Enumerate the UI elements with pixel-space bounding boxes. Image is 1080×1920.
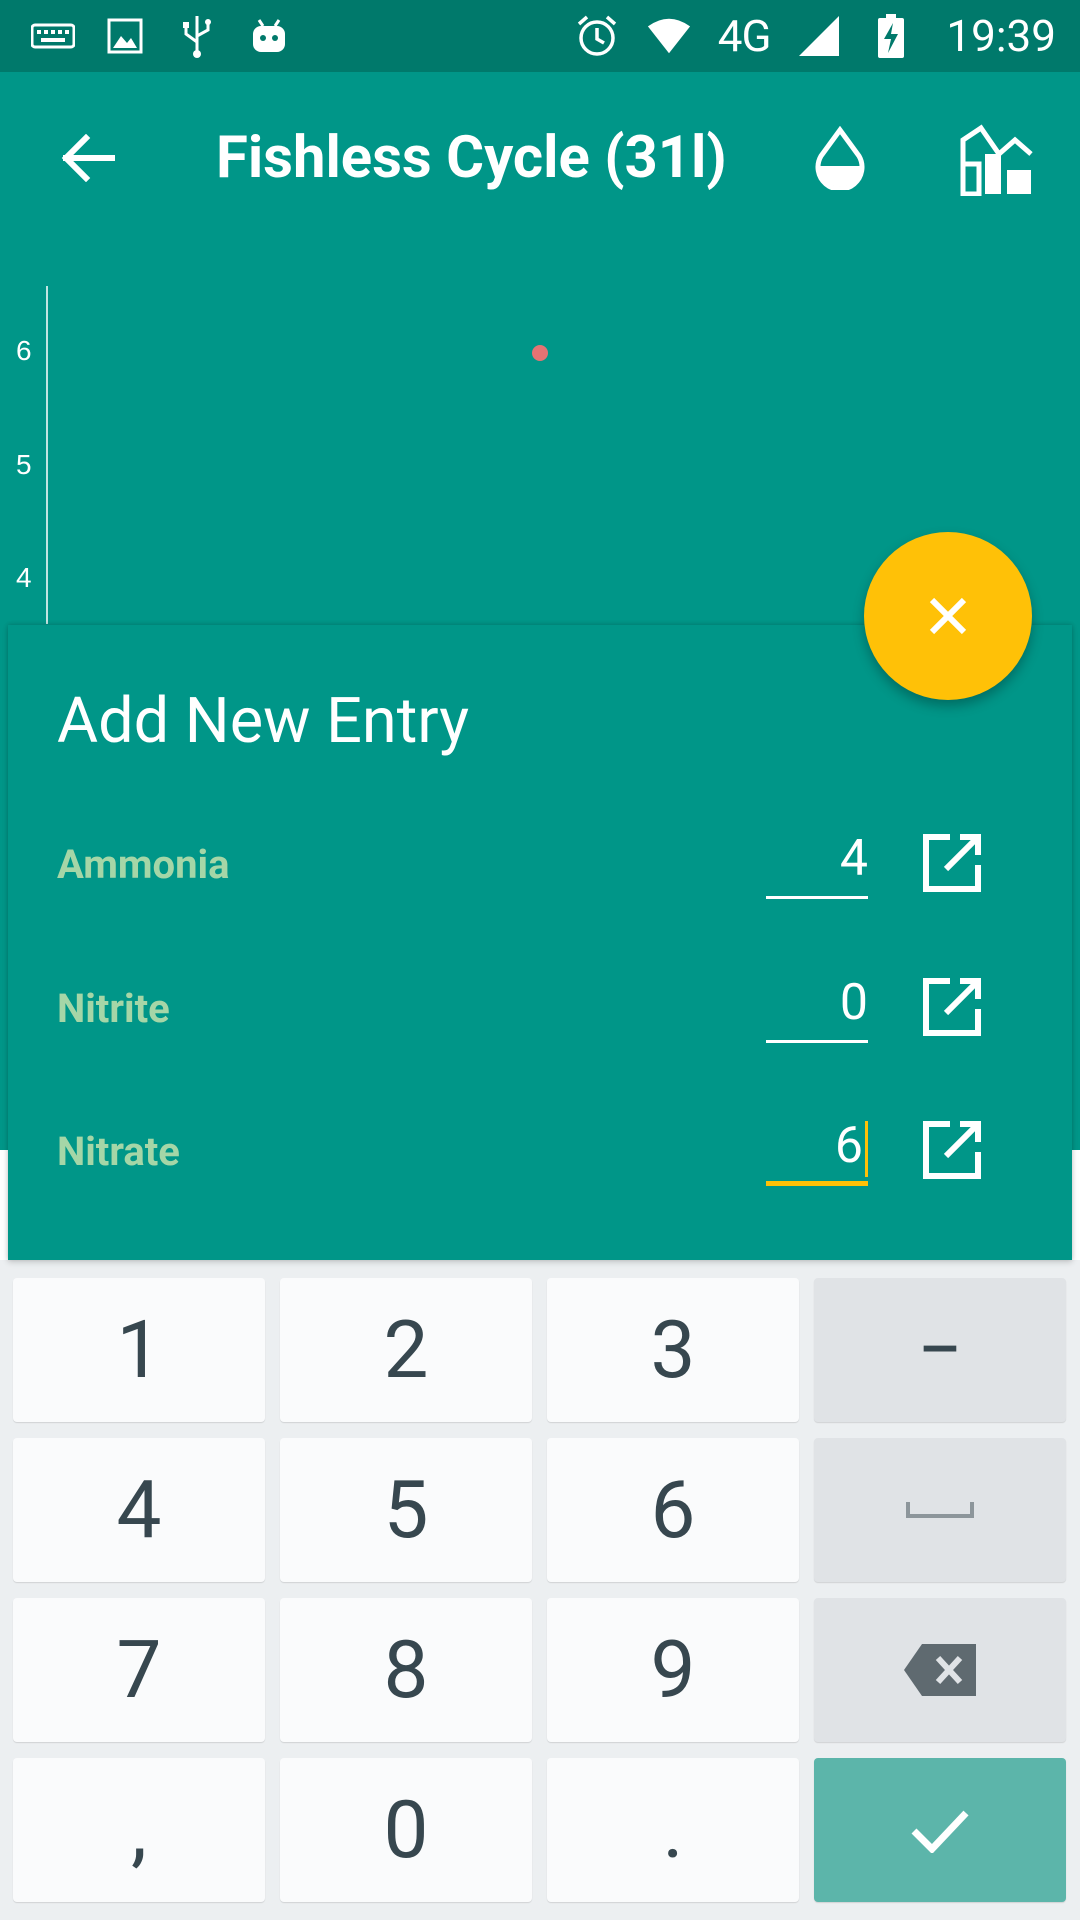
open-external-icon[interactable]: [920, 831, 984, 895]
key-minus[interactable]: −: [814, 1278, 1066, 1422]
ammonia-row: [8, 1434, 1072, 1534]
ammonia-label: Ammonia: [57, 841, 230, 888]
keyboard-icon: [30, 13, 76, 59]
y-tick-4: 4: [16, 562, 32, 593]
open-external-icon[interactable]: [920, 975, 984, 1039]
alarm-icon: [574, 13, 620, 59]
key-0[interactable]: 0: [280, 1758, 532, 1902]
key-dot[interactable]: .: [547, 1758, 799, 1902]
app-bar: Fishless Cycle (31l): [0, 72, 1080, 244]
status-bar: 4G 19:39: [0, 0, 1080, 72]
android-icon: [246, 13, 292, 59]
battery-charging-icon: [868, 13, 914, 59]
ammonia-input[interactable]: 4: [766, 819, 868, 899]
signal-icon: [796, 13, 842, 59]
water-drop-icon: [815, 126, 865, 190]
key-9[interactable]: 9: [547, 1598, 799, 1742]
backspace-icon: [904, 1644, 976, 1696]
page-title: Fishless Cycle (31l): [216, 124, 727, 192]
nitrate-value: 6: [834, 1117, 863, 1175]
numeric-keyboard: 1 2 3 − 4 5 6 7 8 9 , 0 .: [0, 1260, 1080, 1920]
usb-icon: [174, 13, 220, 59]
water-parameters-button[interactable]: [804, 122, 876, 194]
key-3[interactable]: 3: [547, 1278, 799, 1422]
close-fab-button[interactable]: [864, 532, 1032, 700]
chart-icon: [960, 124, 1033, 196]
nitrate-row: Nitrate 6: [8, 1096, 1072, 1196]
back-button[interactable]: [52, 122, 124, 194]
y-tick-5: 5: [16, 449, 32, 480]
text-cursor: [865, 1120, 868, 1177]
key-backspace[interactable]: [814, 1598, 1066, 1742]
card-title: Add New Entry: [57, 685, 470, 758]
key-comma[interactable]: ,: [13, 1758, 265, 1902]
close-icon: [929, 597, 967, 635]
wifi-icon: [646, 13, 692, 59]
key-7[interactable]: 7: [13, 1598, 265, 1742]
key-8[interactable]: 8: [280, 1598, 532, 1742]
check-icon: [911, 1810, 969, 1853]
open-external-icon[interactable]: [920, 1118, 984, 1182]
add-entry-card: Add New Entry Ammonia 4 Nitrite 0 Nitrat…: [8, 625, 1072, 1260]
image-icon: [102, 13, 148, 59]
ammonia-row: Ammonia 4: [8, 809, 1072, 909]
nitrate-label: Nitrate: [57, 1128, 180, 1175]
y-tick-6: 6: [16, 335, 32, 366]
key-2[interactable]: 2: [280, 1278, 532, 1422]
key-done[interactable]: [814, 1758, 1066, 1902]
chart-button[interactable]: [952, 113, 1042, 203]
network-type-label: 4G: [717, 10, 772, 62]
back-arrow-icon: [61, 134, 115, 182]
nitrate-input[interactable]: 6: [766, 1106, 868, 1186]
nitrite-input[interactable]: 0: [766, 963, 868, 1043]
nitrite-row: Nitrite 0: [8, 953, 1072, 1053]
nitrite-label: Nitrite: [57, 985, 170, 1032]
clock: 19:39: [946, 10, 1056, 62]
key-1[interactable]: 1: [13, 1278, 265, 1422]
data-point: [532, 345, 548, 361]
